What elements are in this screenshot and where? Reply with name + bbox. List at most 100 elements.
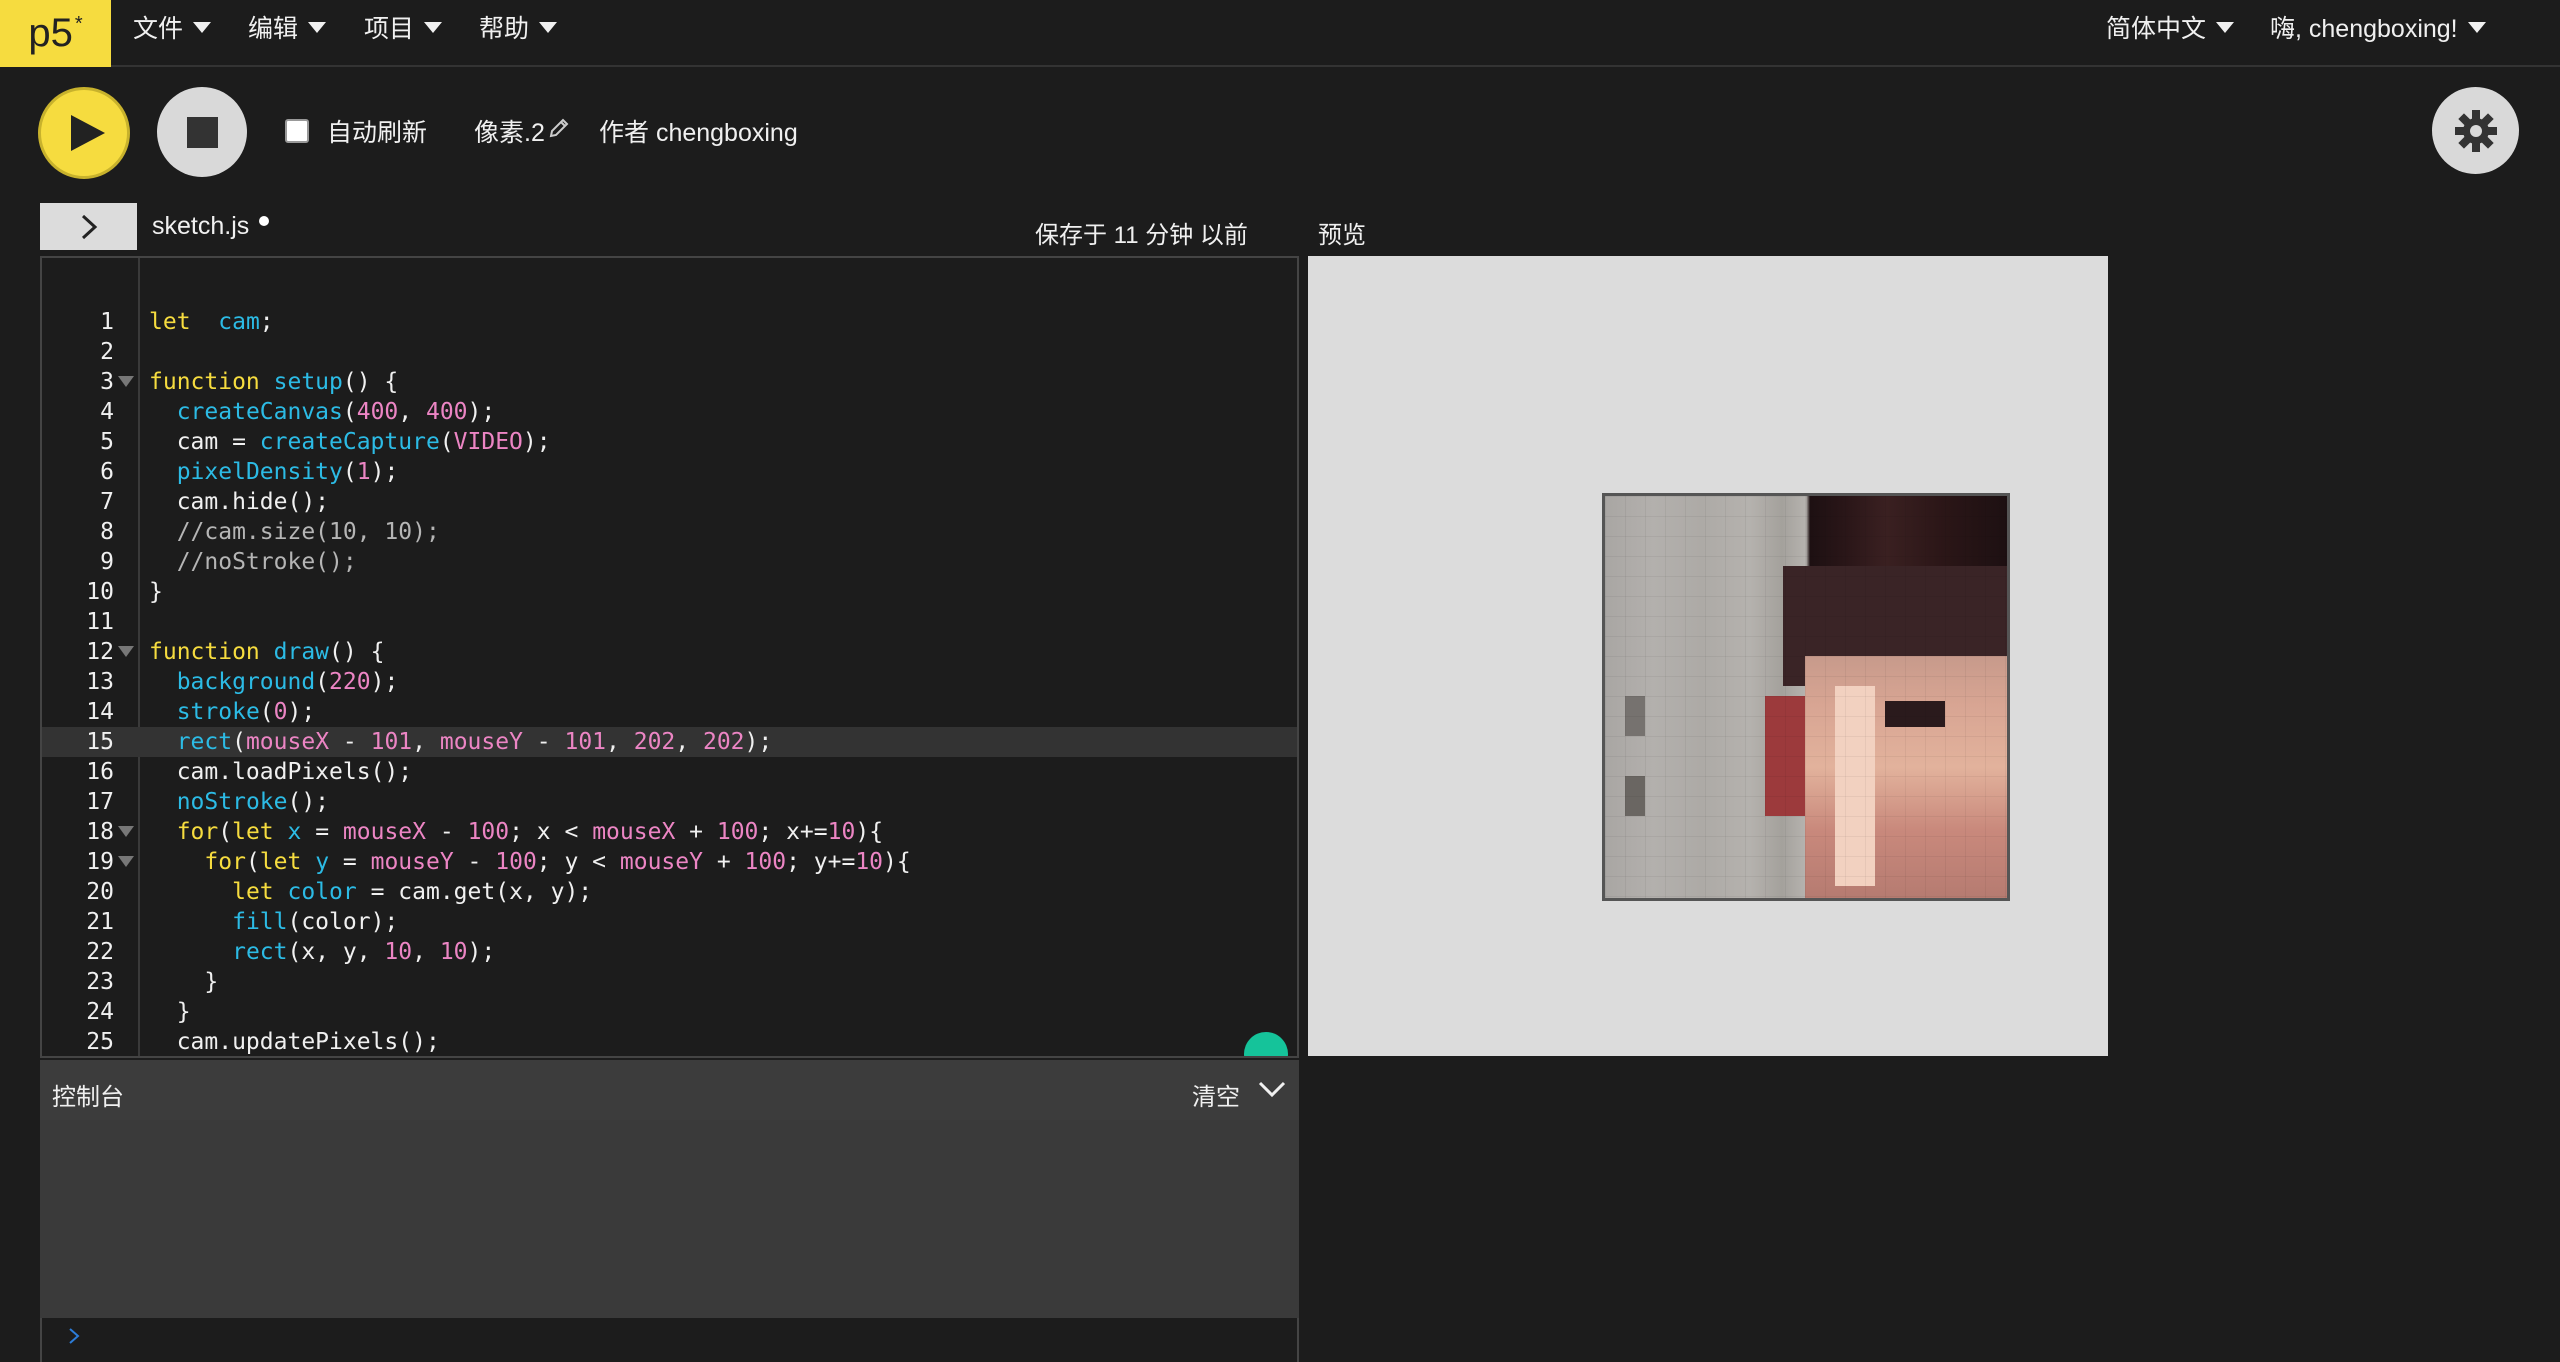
language-menu[interactable]: 简体中文 <box>2106 0 2235 54</box>
code-token: , <box>675 729 703 755</box>
code-text: let color = cam.get(x, y); <box>149 877 592 907</box>
sketch-name[interactable]: 像素.2 <box>474 113 545 149</box>
pencil-icon[interactable] <box>549 118 569 143</box>
line-number: 4 <box>100 399 114 425</box>
code-line[interactable]: 6 pixelDensity(1); <box>42 457 1297 487</box>
code-token: for <box>176 819 219 845</box>
auto-refresh-checkbox[interactable] <box>285 119 309 143</box>
code-text: } <box>149 577 163 607</box>
code-token: noStroke <box>176 789 288 815</box>
code-token: ){ <box>883 849 911 875</box>
line-number: 17 <box>86 789 114 815</box>
code-token: createCanvas <box>176 399 343 425</box>
chevron-down-icon <box>308 21 327 33</box>
code-token: ( <box>439 429 454 455</box>
logo-text: p5 <box>28 11 73 55</box>
menu-file[interactable]: 文件 <box>133 0 212 54</box>
top-menu-bar: p5 * 文件 编辑 项目 帮助 简体中文 嗨, chengboxing! <box>0 0 2560 67</box>
fold-arrow-icon[interactable] <box>118 856 134 867</box>
file-tab[interactable]: sketch.js <box>152 212 249 241</box>
p5-logo[interactable]: p5 * <box>0 0 111 67</box>
code-line[interactable]: 9 //noStroke(); <box>42 547 1297 577</box>
code-token: ; <box>259 309 274 335</box>
code-token: - <box>426 819 468 845</box>
fold-arrow-icon[interactable] <box>118 646 134 657</box>
line-number: 1 <box>100 309 114 335</box>
code-token: cam <box>218 309 260 335</box>
user-greeting: 嗨, chengboxing! <box>2270 15 2458 43</box>
code-line[interactable]: 17 noStroke(); <box>42 787 1297 817</box>
code-token: draw <box>273 639 330 665</box>
code-token: } <box>149 999 191 1025</box>
code-token: = <box>329 849 371 875</box>
code-token: + <box>675 819 717 845</box>
line-number: 5 <box>100 429 114 455</box>
code-line[interactable]: 21 fill(color); <box>42 907 1297 937</box>
code-token: rect <box>232 939 288 965</box>
code-line[interactable]: 15 rect(mouseX - 101, mouseY - 101, 202,… <box>42 727 1297 757</box>
code-line[interactable]: 23 } <box>42 967 1297 997</box>
code-text: cam.updatePixels(); <box>149 1027 440 1056</box>
stop-button[interactable] <box>157 87 247 177</box>
line-number: 19 <box>86 849 114 875</box>
play-button[interactable] <box>38 87 130 179</box>
code-token: 220 <box>329 669 371 695</box>
code-text: rect(mouseX - 101, mouseY - 101, 202, 20… <box>149 727 773 757</box>
console-prompt-icon <box>68 1324 80 1352</box>
code-token: = cam.get(x, y); <box>356 879 593 905</box>
pixel-grid <box>1605 496 2007 898</box>
code-line[interactable]: 5 cam = createCapture(VIDEO); <box>42 427 1297 457</box>
code-editor[interactable]: 1 let cam; 2 3 function setup() {4 createCan… <box>40 256 1299 1058</box>
code-token: y <box>315 849 330 875</box>
fold-arrow-icon[interactable] <box>118 826 134 837</box>
code-line[interactable]: 11 <box>42 607 1297 637</box>
code-line[interactable]: 13 background(220); <box>42 667 1297 697</box>
code-line[interactable]: 12 function draw() { <box>42 637 1297 667</box>
code-line[interactable]: 22 rect(x, y, 10, 10); <box>42 937 1297 967</box>
code-line[interactable]: 1 let cam; <box>42 307 1297 337</box>
code-line[interactable]: 3 function setup() { <box>42 367 1297 397</box>
console-input[interactable] <box>40 1318 1299 1362</box>
code-token: ); <box>467 399 496 425</box>
menu-project[interactable]: 项目 <box>364 0 443 54</box>
menu-project-label: 项目 <box>364 15 415 43</box>
chevron-down-icon[interactable] <box>1258 1080 1286 1103</box>
code-line[interactable]: 10} <box>42 577 1297 607</box>
expand-sidebar-button[interactable] <box>40 203 137 250</box>
code-line[interactable]: 8 //cam.size(10, 10); <box>42 517 1297 547</box>
console-clear-button[interactable]: 清空 <box>1192 1077 1240 1112</box>
settings-button[interactable] <box>2432 87 2519 174</box>
code-token: ); <box>287 699 316 725</box>
code-token: pixelDensity <box>176 459 343 485</box>
code-line[interactable]: 25 cam.updatePixels(); <box>42 1027 1297 1056</box>
code-text: noStroke(); <box>149 787 329 817</box>
code-token: 10 <box>827 819 856 845</box>
code-line[interactable]: 20 let color = cam.get(x, y); <box>42 877 1297 907</box>
menu-help[interactable]: 帮助 <box>479 0 558 54</box>
fold-arrow-icon[interactable] <box>118 376 134 387</box>
code-token: cam.hide(); <box>149 489 330 515</box>
code-line[interactable]: 19 for(let y = mouseY - 100; y < mouseY … <box>42 847 1297 877</box>
code-line[interactable]: 14 stroke(0); <box>42 697 1297 727</box>
code-token: 101 <box>370 729 413 755</box>
code-text: let cam; <box>149 307 274 337</box>
menu-edit[interactable]: 编辑 <box>248 0 327 54</box>
code-line[interactable]: 2 <box>42 337 1297 367</box>
code-line[interactable]: 24 } <box>42 997 1297 1027</box>
user-menu[interactable]: 嗨, chengboxing! <box>2270 0 2486 54</box>
code-lines[interactable]: 1 let cam; 2 3 function setup() {4 createCan… <box>42 307 1297 1056</box>
code-line[interactable]: 18 for(let x = mouseX - 100; x < mouseX … <box>42 817 1297 847</box>
code-line[interactable]: 4 createCanvas(400, 400); <box>42 397 1297 427</box>
line-number: 9 <box>100 549 114 575</box>
auto-refresh-label: 自动刷新 <box>327 119 428 147</box>
preview-canvas[interactable] <box>1308 256 2108 1056</box>
code-token: cam.updatePixels(); <box>149 1029 440 1055</box>
code-line[interactable]: 7 cam.hide(); <box>42 487 1297 517</box>
code-token: let <box>149 309 191 335</box>
code-token: ; x+= <box>758 819 828 845</box>
code-line[interactable]: 16 cam.loadPixels(); <box>42 757 1297 787</box>
